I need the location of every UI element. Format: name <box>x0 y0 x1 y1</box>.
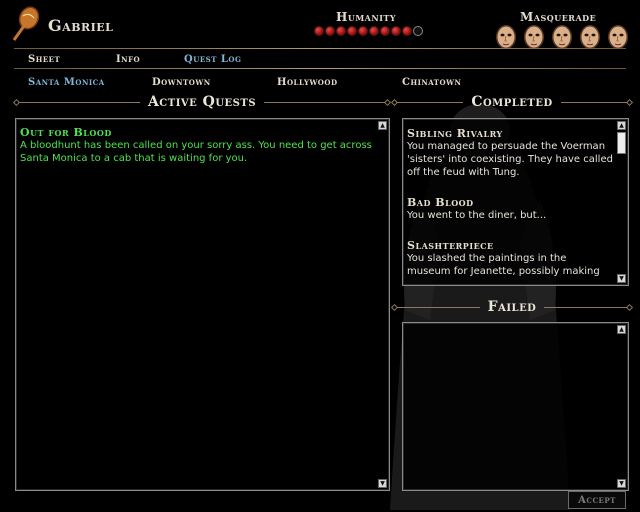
tab-quest-log[interactable]: Quest Log <box>184 54 242 65</box>
location-tab-downtown[interactable]: Downtown <box>152 77 211 88</box>
masquerade-meter <box>494 24 630 50</box>
header-divider <box>14 48 626 49</box>
humanity-dot-filled <box>369 26 379 36</box>
completed-title: Completed <box>471 94 553 110</box>
masquerade-mask-icon <box>580 25 600 49</box>
scroll-up-button[interactable]: ▲ <box>617 325 626 334</box>
tabs-divider <box>14 68 626 69</box>
character-name: Gabriel <box>48 16 114 35</box>
masquerade-label: Masquerade <box>520 10 597 24</box>
tab-info[interactable]: Info <box>116 54 184 65</box>
scroll-down-button[interactable]: ▼ <box>617 274 626 283</box>
active-quests-header: Active Quests <box>12 93 392 111</box>
list-item[interactable]: Sibling Rivalry You managed to persuade … <box>407 127 613 179</box>
humanity-dot-filled <box>314 26 324 36</box>
quest-description: You slashed the paintings in the museum … <box>407 253 600 277</box>
tab-sheet[interactable]: Sheet <box>28 54 116 65</box>
list-item[interactable]: Bad Blood You went to the diner, but... <box>407 196 613 222</box>
scroll-up-button[interactable]: ▲ <box>617 121 626 130</box>
masquerade-mask-icon <box>496 25 516 49</box>
completed-header: Completed <box>390 93 634 111</box>
humanity-dot-filled <box>325 26 335 36</box>
list-item[interactable]: Out for Blood A bloodhunt has been calle… <box>20 126 373 165</box>
humanity-label: Humanity <box>336 10 397 24</box>
humanity-dot-filled <box>380 26 390 36</box>
list-item[interactable]: Slashterpiece You slashed the paintings … <box>407 239 613 278</box>
scroll-up-button[interactable]: ▲ <box>378 121 387 130</box>
quest-description: You went to the diner, but... <box>407 210 547 221</box>
humanity-dot-filled <box>402 26 412 36</box>
scroll-down-button[interactable]: ▼ <box>617 479 626 488</box>
humanity-meter <box>314 26 423 36</box>
quest-title: Slashterpiece <box>407 239 494 252</box>
character-header: Gabriel Humanity Masquerade <box>0 0 640 50</box>
failed-title: Failed <box>487 299 537 315</box>
humanity-dot-filled <box>347 26 357 36</box>
quest-description: A bloodhunt has been called on your sorr… <box>20 140 372 164</box>
masquerade-mask-icon <box>608 25 628 49</box>
scrollbar-thumb[interactable] <box>617 132 626 154</box>
completed-panel[interactable]: Sibling Rivalry You managed to persuade … <box>402 118 629 286</box>
masquerade-mask-icon <box>524 25 544 49</box>
humanity-dot-filled <box>358 26 368 36</box>
failed-panel[interactable]: ▲ ▼ <box>402 322 629 491</box>
location-tab-santa-monica[interactable]: Santa Monica <box>28 77 105 88</box>
active-quests-panel[interactable]: Out for Blood A bloodhunt has been calle… <box>15 118 390 491</box>
quest-title: Out for Blood <box>20 126 112 139</box>
accept-button[interactable]: Accept <box>568 491 626 509</box>
active-quests-title: Active Quests <box>147 94 257 110</box>
location-tab-hollywood[interactable]: Hollywood <box>277 77 338 88</box>
humanity-dot-empty <box>413 26 423 36</box>
location-tab-chinatown[interactable]: Chinatown <box>402 77 461 88</box>
quest-description: You managed to persuade the Voerman 'sis… <box>407 141 613 178</box>
quest-title: Bad Blood <box>407 196 474 209</box>
quest-title: Sibling Rivalry <box>407 127 503 140</box>
masquerade-mask-icon <box>552 25 572 49</box>
scroll-down-button[interactable]: ▼ <box>378 479 387 488</box>
humanity-dot-filled <box>391 26 401 36</box>
clan-emblem-icon <box>12 6 40 41</box>
menu-tabs: Sheet Info Quest Log <box>28 54 242 65</box>
failed-header: Failed <box>390 298 634 316</box>
humanity-dot-filled <box>336 26 346 36</box>
